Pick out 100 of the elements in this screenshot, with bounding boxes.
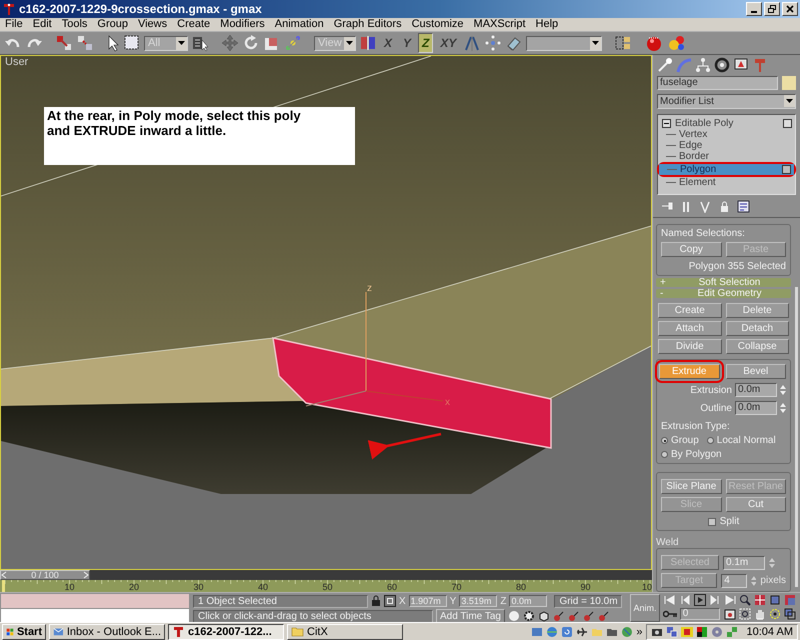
script-listener-field[interactable]: [1, 594, 189, 608]
spinner-field[interactable]: 0.0m: [735, 401, 777, 415]
toggle-icon[interactable]: [783, 118, 792, 128]
selected-polygon[interactable]: [272, 337, 552, 449]
menu-item[interactable]: Customize: [406, 18, 469, 31]
absolute-mode-icon[interactable]: [384, 595, 396, 607]
checkbox[interactable]: [708, 518, 716, 526]
region-zoom-icon[interactable]: [739, 608, 752, 620]
zoom-extents-icon[interactable]: [769, 594, 782, 606]
coordinate-field[interactable]: 3.519m: [459, 595, 498, 607]
unlink-icon[interactable]: [76, 34, 94, 52]
menu-item[interactable]: Create: [172, 18, 216, 31]
panel-button[interactable]: Copy: [661, 242, 722, 257]
rollout-header[interactable]: + Soft Selection: [656, 278, 791, 287]
link-icon[interactable]: [55, 34, 73, 52]
monitors-icon[interactable]: [666, 626, 678, 638]
play-icon[interactable]: [694, 594, 706, 606]
time-configuration-icon[interactable]: [724, 608, 736, 620]
expand-icon[interactable]: [662, 118, 671, 128]
chevron-left-icon[interactable]: [1, 571, 7, 579]
start-button[interactable]: Start: [2, 624, 46, 640]
anim-button[interactable]: Anim.: [630, 594, 660, 622]
taskbar-button[interactable]: c162-2007-122...: [168, 624, 284, 640]
modifier-list-dropdown[interactable]: Modifier List: [657, 94, 796, 108]
viewport-label[interactable]: User: [5, 56, 28, 68]
radio-button[interactable]: [661, 437, 668, 444]
axis-constraint-button[interactable]: XY: [436, 33, 460, 53]
panel-button[interactable]: Collapse: [726, 339, 789, 354]
mirror-icon[interactable]: [463, 34, 482, 52]
named-selection-dropdown[interactable]: [526, 36, 602, 50]
panel-button[interactable]: Delete: [726, 303, 789, 318]
scrollbar-thumb[interactable]: [795, 287, 798, 587]
object-name-field[interactable]: fuselage: [657, 76, 778, 90]
restore-button[interactable]: [764, 2, 780, 16]
wheel-icon[interactable]: [714, 57, 730, 74]
menu-item[interactable]: MAXScript: [468, 18, 531, 31]
spinner-field[interactable]: 0.0m: [735, 383, 777, 397]
pivot-icon[interactable]: [284, 34, 302, 52]
flag-icon[interactable]: [696, 626, 708, 638]
axis-constraint-button[interactable]: Z: [418, 33, 434, 53]
go-to-start-icon[interactable]: [664, 594, 676, 606]
script-listener-field[interactable]: [1, 609, 189, 622]
stack-item[interactable]: Element: [658, 176, 795, 188]
color-swatch[interactable]: [782, 76, 796, 90]
spinner-arrows-icon[interactable]: [769, 556, 775, 568]
menu-item[interactable]: File: [0, 18, 28, 31]
radio-button[interactable]: [706, 437, 714, 444]
refresh-icon[interactable]: [561, 626, 574, 638]
panel-button[interactable]: Create: [658, 303, 722, 318]
rotate-icon[interactable]: [242, 34, 260, 52]
globe-icon[interactable]: [621, 626, 634, 638]
stack-item[interactable]: Polygon: [659, 164, 794, 174]
airplane-icon[interactable]: [576, 626, 588, 638]
panel-button[interactable]: Cut: [726, 497, 786, 512]
spinner-arrows-icon[interactable]: [780, 384, 786, 396]
panel-button[interactable]: Extrude: [659, 364, 720, 379]
stack-item[interactable]: Vertex: [658, 128, 795, 140]
track-bar[interactable]: 10 20 30 40 50 60 70 80 90 10: [0, 580, 652, 592]
firewall-icon[interactable]: [680, 626, 693, 638]
menu-item[interactable]: Animation: [270, 18, 329, 31]
pivot-center-icon[interactable]: [359, 34, 377, 52]
chevron-right-icon[interactable]: [83, 571, 89, 579]
selection-rectangle-icon[interactable]: [123, 34, 141, 52]
move-icon[interactable]: [221, 34, 239, 52]
radio-button[interactable]: [661, 451, 668, 458]
coordinate-field[interactable]: 0.0m: [509, 595, 548, 607]
radio-option[interactable]: Group: [661, 435, 699, 446]
zoom-icon[interactable]: [739, 594, 752, 606]
configure-icon[interactable]: [737, 200, 750, 213]
taskbar-button[interactable]: Inbox - Outlook E...: [49, 624, 165, 640]
stack-item[interactable]: Editable Poly: [658, 118, 795, 128]
lock-icon[interactable]: [371, 595, 381, 607]
panel-button[interactable]: Slice Plane: [661, 479, 722, 494]
close-button[interactable]: [782, 2, 798, 16]
show-more-button[interactable]: »: [636, 626, 643, 638]
panel-button[interactable]: Bevel: [726, 364, 786, 379]
maximize-viewport-icon[interactable]: [784, 608, 796, 620]
padlock-icon[interactable]: [718, 200, 731, 213]
time-slider-thumb[interactable]: 0 / 100: [0, 570, 90, 580]
menu-item[interactable]: Edit: [28, 18, 57, 31]
coordinate-field[interactable]: 1.907m: [408, 595, 447, 607]
axis-constraint-button[interactable]: Y: [399, 33, 416, 53]
menu-item[interactable]: Help: [530, 18, 564, 31]
spinner-arrows-icon[interactable]: [780, 402, 786, 414]
radio-option[interactable]: By Polygon: [661, 449, 722, 460]
taskbar-button[interactable]: CitX: [287, 624, 403, 640]
zoom-all-icon[interactable]: [754, 594, 766, 606]
current-frame-field[interactable]: 0: [680, 608, 720, 620]
modifier-stack[interactable]: Editable Poly Vertex Edge Border Polygon Element: [657, 114, 796, 195]
stack-item[interactable]: Border: [658, 150, 795, 162]
panel-button[interactable]: Detach: [726, 321, 789, 336]
panel-button[interactable]: Attach: [658, 321, 722, 336]
previous-frame-icon[interactable]: [678, 594, 691, 606]
rollout-header[interactable]: - Edit Geometry: [656, 289, 791, 298]
select-by-name-icon[interactable]: [191, 34, 209, 52]
menu-item[interactable]: Graph Editors: [328, 18, 407, 31]
named-selection-icon[interactable]: [614, 34, 632, 52]
viewport[interactable]: z x User At the rear, in Poly mode, select this poly and EXTRUDE inward a little.: [0, 55, 652, 570]
toggle-icon[interactable]: [782, 164, 791, 174]
pointer-icon[interactable]: [106, 34, 120, 52]
